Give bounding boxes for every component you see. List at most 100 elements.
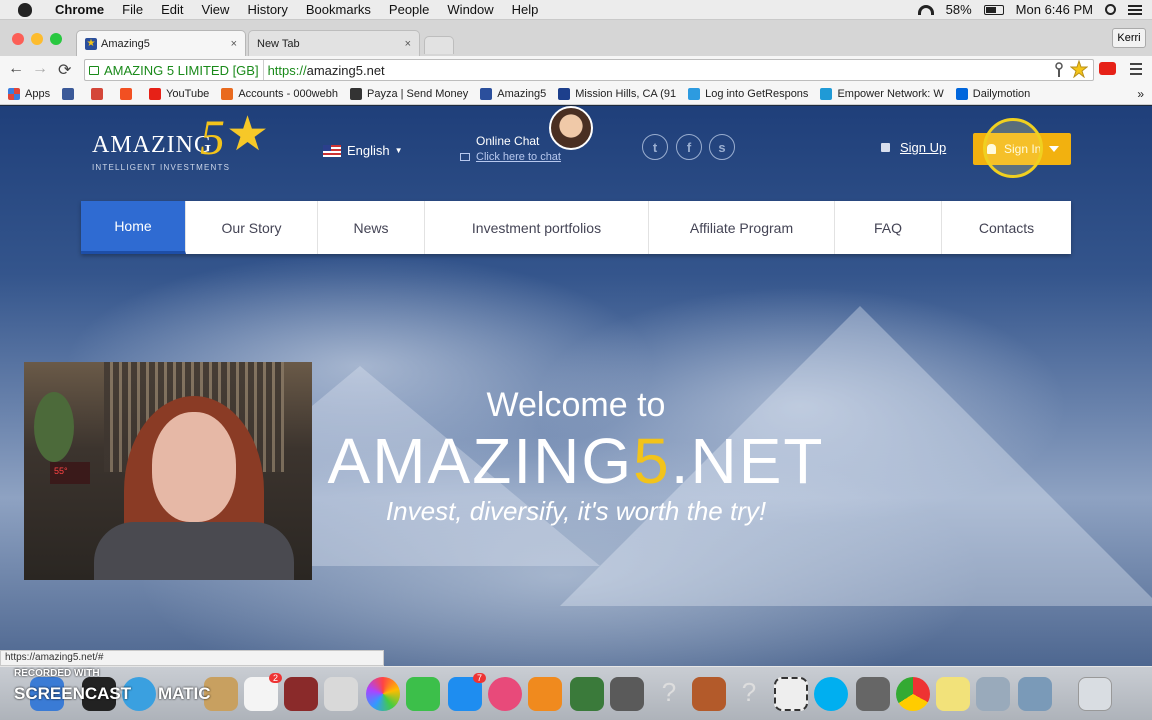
key-icon[interactable] xyxy=(1053,62,1065,78)
address-bar[interactable]: AMAZING 5 LIMITED [GB] https://amazing5.… xyxy=(84,59,1094,81)
nav-investment-portfolios[interactable]: Investment portfolios xyxy=(425,201,649,254)
000webhost-icon xyxy=(221,88,234,100)
bookmark-gmail[interactable] xyxy=(91,88,108,100)
nav-faq[interactable]: FAQ xyxy=(835,201,942,254)
unknown-app-icon[interactable]: ? xyxy=(732,677,766,711)
battery-icon[interactable] xyxy=(983,4,1004,15)
youtube-extension-icon[interactable] xyxy=(1099,62,1116,75)
bookmark-payza[interactable]: Payza | Send Money xyxy=(349,88,468,100)
bookmark-000webhost[interactable]: Accounts - 000webh xyxy=(221,88,338,100)
bookmark-getresponse[interactable]: Log into GetRespons xyxy=(688,88,808,100)
clock[interactable]: Mon 6:46 PM xyxy=(1016,2,1093,17)
window-minimize-button[interactable] xyxy=(31,33,43,45)
chat-agent-avatar[interactable] xyxy=(549,106,593,150)
menu-people[interactable]: People xyxy=(380,2,438,17)
profile-button[interactable]: Kerri xyxy=(1112,28,1146,48)
app-store-icon[interactable]: 7 xyxy=(448,673,486,711)
menu-view[interactable]: View xyxy=(192,2,238,17)
menu-window[interactable]: Window xyxy=(438,2,502,17)
macos-menu-bar: Chrome File Edit View History Bookmarks … xyxy=(0,0,1152,20)
language-selector[interactable]: English ▼ xyxy=(323,143,403,158)
bookmark-dailymotion[interactable]: Dailymotion xyxy=(955,88,1030,100)
hp-printer-icon[interactable] xyxy=(610,677,644,711)
new-tab-button[interactable] xyxy=(424,36,454,54)
nav-affiliate-program[interactable]: Affiliate Program xyxy=(649,201,835,254)
envelope-icon xyxy=(688,88,701,100)
menu-app-chrome[interactable]: Chrome xyxy=(46,2,113,17)
unknown-app-icon[interactable]: ? xyxy=(652,677,686,711)
apple-icon[interactable] xyxy=(18,2,32,17)
weather-icon xyxy=(558,88,571,100)
calculator-icon[interactable] xyxy=(856,677,890,711)
plant-background xyxy=(34,392,74,462)
tab-close-icon[interactable]: × xyxy=(405,38,411,50)
bookmark-youtube[interactable]: YouTube xyxy=(149,88,209,100)
skype-icon[interactable]: s xyxy=(709,134,735,160)
skype-app-icon[interactable] xyxy=(814,677,848,711)
nav-contacts[interactable]: Contacts xyxy=(942,201,1071,254)
presenter-face xyxy=(152,412,236,522)
chrome-menu-icon[interactable] xyxy=(1130,63,1142,75)
twitter-icon[interactable]: t xyxy=(642,134,668,160)
nav-news[interactable]: News xyxy=(318,201,425,254)
webcam-overlay: 55° xyxy=(24,362,312,580)
chrome-app-icon[interactable] xyxy=(896,677,930,711)
nav-our-story[interactable]: Our Story xyxy=(186,201,318,254)
spotlight-search-icon[interactable] xyxy=(1105,4,1116,15)
online-chat-title: Online Chat xyxy=(476,134,540,148)
ev-certificate-badge[interactable]: AMAZING 5 LIMITED [GB] xyxy=(85,60,264,80)
facebook-icon[interactable]: f xyxy=(676,134,702,160)
reminders-badge: 2 xyxy=(268,673,282,683)
trash-icon[interactable] xyxy=(1078,677,1112,711)
tab-title: Amazing5 xyxy=(101,37,150,50)
menu-file[interactable]: File xyxy=(113,2,152,17)
window-close-button[interactable] xyxy=(12,33,24,45)
site-logo-text[interactable]: AMAZING xyxy=(92,132,212,159)
itunes-icon[interactable] xyxy=(488,677,522,711)
wifi-icon[interactable] xyxy=(917,4,934,15)
dailymotion-icon xyxy=(955,88,968,100)
watermark-matic: MATIC xyxy=(158,684,211,703)
url-text[interactable]: https://amazing5.net xyxy=(264,63,385,78)
menu-history[interactable]: History xyxy=(238,2,296,17)
tab-title: New Tab xyxy=(257,37,300,50)
menu-edit[interactable]: Edit xyxy=(152,2,192,17)
bookmark-windows[interactable] xyxy=(120,88,137,100)
us-flag-icon xyxy=(323,144,341,157)
keynote-icon[interactable] xyxy=(692,677,726,711)
window-zoom-button[interactable] xyxy=(50,33,62,45)
menu-bookmarks[interactable]: Bookmarks xyxy=(297,2,380,17)
notification-center-icon[interactable] xyxy=(1128,4,1142,15)
imovie-icon[interactable] xyxy=(324,677,358,711)
battery-percent: 58% xyxy=(945,2,972,17)
photos-icon[interactable] xyxy=(366,677,400,711)
facetime-icon[interactable] xyxy=(406,677,440,711)
ibooks-icon[interactable] xyxy=(528,677,562,711)
reminders-icon[interactable]: 2 xyxy=(244,673,282,711)
chat-link[interactable]: Click here to chat xyxy=(460,151,561,163)
bookmark-star-icon[interactable] xyxy=(1070,60,1088,78)
sign-up-link[interactable]: Sign Up xyxy=(881,140,946,155)
bookmark-facebook[interactable] xyxy=(62,88,79,100)
bookmark-apps[interactable]: Apps xyxy=(8,88,50,100)
menu-help[interactable]: Help xyxy=(503,2,548,17)
site-logo-five[interactable]: 5 xyxy=(200,108,225,166)
photo-booth-icon[interactable] xyxy=(284,677,318,711)
preview-icon[interactable] xyxy=(976,677,1010,711)
tab-amazing5[interactable]: ★ Amazing5 × xyxy=(76,30,246,56)
screenshot-icon[interactable] xyxy=(774,677,808,711)
lock-icon xyxy=(89,65,99,75)
nav-home[interactable]: Home xyxy=(81,201,186,254)
numbers-icon[interactable] xyxy=(570,677,604,711)
stickies-icon[interactable] xyxy=(936,677,970,711)
reload-button[interactable]: ⟳ xyxy=(58,60,71,80)
tab-close-icon[interactable]: × xyxy=(231,38,237,50)
image-capture-icon[interactable] xyxy=(1018,677,1052,711)
bookmark-amazing5[interactable]: Amazing5 xyxy=(480,88,546,100)
bookmark-mission-hills[interactable]: Mission Hills, CA (91 xyxy=(558,88,676,100)
forward-button[interactable]: → xyxy=(32,60,48,78)
bookmark-empower-network[interactable]: Empower Network: W xyxy=(820,88,944,100)
tab-new-tab[interactable]: New Tab × xyxy=(248,30,420,56)
bookmarks-overflow-chevron-icon[interactable]: » xyxy=(1137,87,1144,101)
back-button[interactable]: ← xyxy=(8,60,24,78)
